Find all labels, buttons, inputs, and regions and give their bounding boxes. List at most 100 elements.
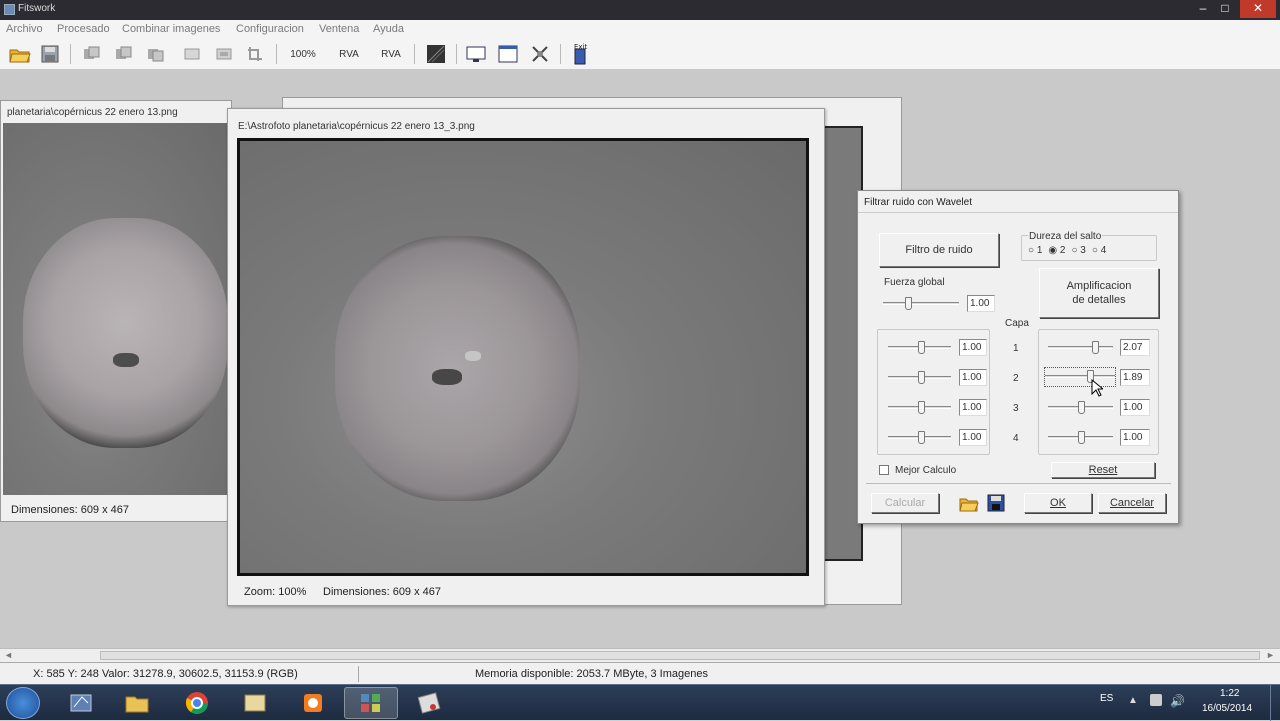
show-desktop-button[interactable] [1270,685,1280,721]
taskbar-app-4-icon[interactable] [228,687,282,719]
menu-archivo[interactable]: Archivo [6,23,43,35]
clock-date[interactable]: 16/05/2014 [1202,703,1252,714]
noise-filter-button[interactable]: Filtro de ruido [879,233,999,267]
zoom-100-button[interactable]: 100% [288,43,318,65]
noise-value-4[interactable]: 1.00 [959,429,987,446]
stack-icon[interactable] [80,43,104,65]
hardness-radio-2[interactable]: ◉ 2 [1048,245,1065,256]
global-force-slider[interactable] [883,295,959,311]
app-icon [4,4,15,15]
cancel-button[interactable]: Cancelar [1098,493,1166,513]
crop-icon[interactable] [244,43,268,65]
noise-value-3[interactable]: 1.00 [959,399,987,416]
exit-icon[interactable]: Exit [570,43,594,65]
image-icon[interactable] [424,43,448,65]
taskbar-app-7-icon[interactable] [402,687,456,719]
menu-ayuda[interactable]: Ayuda [373,23,404,35]
hardness-radio-4[interactable]: ○ 4 [1092,245,1106,256]
stack2-icon[interactable] [112,43,136,65]
detail-slider-1[interactable] [1048,339,1113,355]
taskbar-app-1-icon[interactable] [54,687,108,719]
detail-slider-3[interactable] [1048,399,1113,415]
taskbar: ES ▲ 🔊 1:22 16/05/2014 [0,684,1280,721]
detail-slider-4[interactable] [1048,429,1113,445]
horizontal-scrollbar[interactable]: ◄ ► [0,648,1280,662]
menu-procesado[interactable]: Procesado [57,23,110,35]
front-window-dimensions: Dimensiones: 609 x 467 [323,586,442,598]
taskbar-fitswork-icon[interactable] [344,687,398,719]
clock-time[interactable]: 1:22 [1220,688,1239,699]
noise-slider-4[interactable] [888,429,951,445]
window-icon[interactable] [496,43,520,65]
coords-readout: X: 585 Y: 248 Valor: 31278.9, 30602.5, 3… [33,668,298,680]
detail-amp-button[interactable]: Amplificacion de detalles [1039,268,1159,318]
menu-combinar[interactable]: Combinar imagenes [122,23,220,35]
mouse-cursor-icon [1091,378,1105,400]
wavelet-dialog[interactable]: Filtrar ruido con Wavelet Filtro de ruid… [857,190,1179,524]
detail-value-3[interactable]: 1.00 [1120,399,1150,416]
frame2-icon[interactable] [212,43,236,65]
noise-slider-3[interactable] [888,399,951,415]
front-image-window[interactable]: E:\Astrofoto planetaria\copérnicus 22 en… [227,108,825,606]
language-indicator[interactable]: ES [1100,693,1113,704]
front-window-title: E:\Astrofoto planetaria\copérnicus 22 en… [238,121,475,132]
noise-slider-2[interactable] [888,369,951,385]
tools-icon[interactable] [528,43,552,65]
save-settings-icon[interactable] [987,494,1005,515]
noise-value-1[interactable]: 1.00 [959,339,987,356]
stack3-icon[interactable] [144,43,168,65]
toolbar: 100% RVA RVA Exit [0,38,1280,70]
hardness-radio-3[interactable]: ○ 3 [1071,245,1085,256]
scroll-right-icon[interactable]: ► [1266,650,1275,660]
scrollbar-thumb[interactable] [100,651,1260,660]
frame-icon[interactable] [180,43,204,65]
rva-button-1[interactable]: RVA [334,43,364,65]
noise-value-2[interactable]: 1.00 [959,369,987,386]
layer-num-1: 1 [1013,343,1019,354]
detail-value-4[interactable]: 1.00 [1120,429,1150,446]
detail-value-2[interactable]: 1.89 [1120,369,1150,386]
calc-button[interactable]: Calcular [871,493,939,513]
tray-flag-icon[interactable] [1150,694,1162,706]
hardness-radio-row: ○ 1 ◉ 2 ○ 3 ○ 4 [1028,245,1106,256]
load-folder-icon[interactable] [959,494,979,515]
detail-slider-2[interactable] [1044,367,1116,387]
menu-configuracion[interactable]: Configuracion [236,23,304,35]
detail-value-1[interactable]: 2.07 [1120,339,1150,356]
svg-text:Exit: Exit [574,43,588,51]
app-title-bar: Fitswork – □ ✕ [0,0,1280,20]
volume-icon[interactable]: 🔊 [1170,694,1185,708]
dialog-title-bar: Filtrar ruido con Wavelet [858,191,1178,213]
taskbar-app-5-icon[interactable] [286,687,340,719]
save-icon[interactable] [38,43,62,65]
taskbar-chrome-icon[interactable] [170,687,224,719]
app-title: Fitswork [18,3,56,14]
open-folder-icon[interactable] [8,43,32,65]
better-calc-checkbox[interactable] [879,465,889,475]
rva-button-2[interactable]: RVA [376,43,406,65]
taskbar-explorer-icon[interactable] [110,687,164,719]
monitor-icon[interactable] [464,43,488,65]
global-force-value[interactable]: 1.00 [967,295,995,312]
reset-button[interactable]: Reset [1051,462,1155,478]
start-button[interactable] [6,687,40,719]
hardness-radio-1[interactable]: ○ 1 [1028,245,1042,256]
minimize-button[interactable]: – [1194,0,1212,18]
maximize-button[interactable]: □ [1216,0,1234,18]
ok-button[interactable]: OK [1024,493,1092,513]
back-moon-image [3,123,231,495]
tray-arrow-icon[interactable]: ▲ [1128,695,1138,706]
scroll-left-icon[interactable]: ◄ [4,650,13,660]
close-button[interactable]: ✕ [1240,0,1276,18]
front-window-zoom: Zoom: 100% [244,586,307,598]
better-calc-label: Mejor Calculo [895,465,957,476]
layer-num-2: 2 [1013,373,1019,384]
hardness-label: Dureza del salto [1028,231,1103,242]
status-bar: X: 585 Y: 248 Valor: 31278.9, 30602.5, 3… [0,662,1280,684]
noise-slider-1[interactable] [888,339,951,355]
menu-bar: Archivo Procesado Combinar imagenes Conf… [0,20,1280,38]
layer-num-4: 4 [1013,433,1019,444]
menu-ventena[interactable]: Ventena [319,23,359,35]
layer-num-3: 3 [1013,403,1019,414]
back-image-window[interactable]: planetaria\copérnicus 22 enero 13.png Di… [0,100,232,522]
